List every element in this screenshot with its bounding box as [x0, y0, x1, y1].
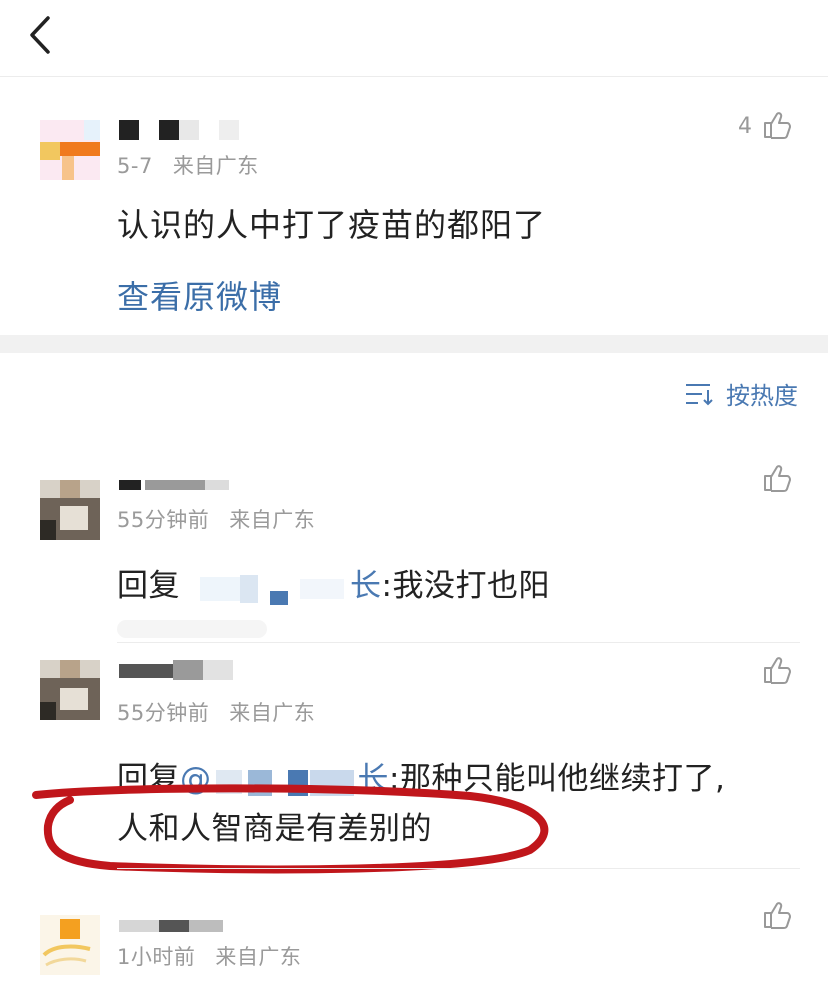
- comment-text: 回复 长:我没打也阳: [117, 560, 550, 605]
- thumbs-up-icon[interactable]: [762, 655, 792, 685]
- comment-location: 来自广东: [215, 945, 302, 969]
- comment-location: 来自广东: [229, 701, 316, 725]
- mention-suffix[interactable]: 长: [358, 761, 390, 797]
- thumbs-up-icon[interactable]: [762, 110, 792, 140]
- comment-content-line-2: 人和人智商是有差别的: [117, 811, 432, 847]
- username-redacted[interactable]: [119, 918, 229, 934]
- top-bar: [0, 0, 828, 77]
- mention-suffix[interactable]: 长: [350, 568, 382, 604]
- reply-prefix: 回复: [117, 761, 180, 797]
- like-count: 4: [738, 114, 752, 139]
- chevron-left-icon[interactable]: [22, 12, 62, 58]
- sort-label: 按热度: [726, 382, 798, 410]
- sort-icon: [686, 383, 713, 405]
- post-date: 5-7: [117, 154, 153, 178]
- sub-reply-placeholder: [117, 620, 267, 638]
- reply-prefix: 回复: [117, 568, 180, 604]
- avatar[interactable]: [40, 660, 100, 720]
- username-redacted[interactable]: [119, 478, 239, 492]
- mention-redacted[interactable]: [180, 571, 350, 605]
- comment-meta: 55分钟前 来自广东: [117, 504, 315, 534]
- username-redacted[interactable]: [119, 120, 239, 140]
- comment-content: :我没打也阳: [381, 568, 550, 604]
- post-meta: 5-7 来自广东: [117, 150, 259, 180]
- comment-location: 来自广东: [229, 508, 316, 532]
- comment-time: 1小时前: [117, 945, 196, 969]
- comment-meta: 1小时前 来自广东: [117, 941, 301, 971]
- comment-separator: [117, 642, 800, 643]
- avatar[interactable]: [40, 915, 100, 975]
- post-location: 来自广东: [172, 154, 259, 178]
- comment-time: 55分钟前: [117, 508, 210, 532]
- sort-button[interactable]: 按热度: [684, 376, 798, 411]
- thumbs-up-icon[interactable]: [762, 900, 792, 930]
- post-text: 认识的人中打了疫苗的都阳了: [117, 206, 547, 244]
- avatar[interactable]: [40, 120, 100, 180]
- mention-redacted[interactable]: [212, 764, 358, 798]
- thumbs-up-icon[interactable]: [762, 463, 792, 493]
- view-original-link[interactable]: 查看原微博: [117, 272, 282, 318]
- comment-text-line-1: 回复@ 长:那种只能叫他继续打了,: [117, 753, 725, 798]
- comment-time: 55分钟前: [117, 701, 210, 725]
- username-redacted[interactable]: [119, 660, 241, 682]
- comment-content-line-1: :那种只能叫他继续打了,: [389, 761, 726, 797]
- section-divider: [0, 335, 828, 353]
- mention-at[interactable]: @: [180, 761, 212, 797]
- comment-meta: 55分钟前 来自广东: [117, 697, 315, 727]
- comment-separator: [117, 868, 800, 869]
- avatar[interactable]: [40, 480, 100, 540]
